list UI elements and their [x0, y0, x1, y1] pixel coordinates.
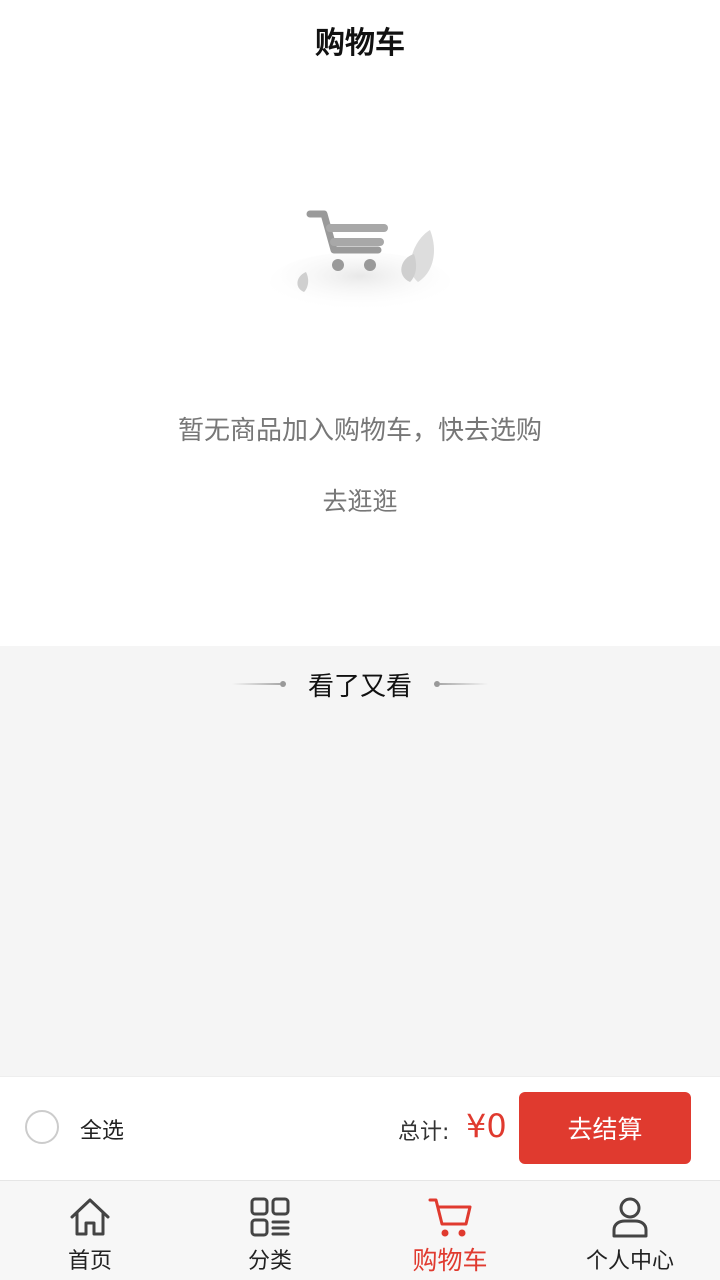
empty-cart-message: 暂无商品加入购物车，快去选购 — [177, 416, 542, 446]
tab-label: 购物车 — [412, 1246, 488, 1275]
checkout-bar: 全选 总计: ¥0 去结算 — [0, 1076, 720, 1180]
bottom-tab-bar: 首页 分类 购物车 个人中心 — [0, 1180, 720, 1280]
recommendations-title: 看了又看 — [307, 671, 412, 702]
go-shopping-link[interactable]: 去逛逛 — [300, 478, 420, 522]
empty-cart-state: 暂无商品加入购物车，快去选购 去逛逛 — [0, 80, 720, 646]
checkout-button[interactable]: 去结算 — [519, 1092, 691, 1164]
tab-label: 首页 — [67, 1249, 112, 1274]
header: 购物车 — [0, 0, 720, 80]
title-decoration-left — [231, 681, 286, 687]
tab-cart[interactable]: 购物车 — [360, 1181, 540, 1280]
cart-icon — [428, 1198, 472, 1237]
tab-home[interactable]: 首页 — [0, 1181, 180, 1280]
title-decoration-right — [434, 681, 488, 687]
tab-profile[interactable]: 个人中心 — [540, 1181, 720, 1280]
select-all-label[interactable]: 全选 — [80, 1113, 124, 1145]
tab-category[interactable]: 分类 — [180, 1181, 360, 1280]
tab-label: 个人中心 — [585, 1249, 674, 1274]
tab-label: 分类 — [247, 1249, 292, 1274]
recommendations-section: 看了又看 — [0, 646, 720, 1076]
select-all-radio[interactable] — [25, 1110, 59, 1144]
recommendations-header: 看了又看 — [0, 664, 720, 704]
user-icon — [612, 1197, 648, 1238]
home-icon — [70, 1198, 110, 1236]
empty-cart-illustration — [270, 210, 450, 312]
category-icon — [250, 1197, 290, 1237]
cart-page: 购物车 暂无商品加入购物车，快去选购 去逛逛 看了又看 全选 总计: ¥0 去结… — [0, 0, 720, 1280]
total-amount: ¥0 — [466, 1107, 507, 1145]
total-label: 总计: — [398, 1120, 450, 1145]
page-title: 购物车 — [315, 26, 405, 61]
